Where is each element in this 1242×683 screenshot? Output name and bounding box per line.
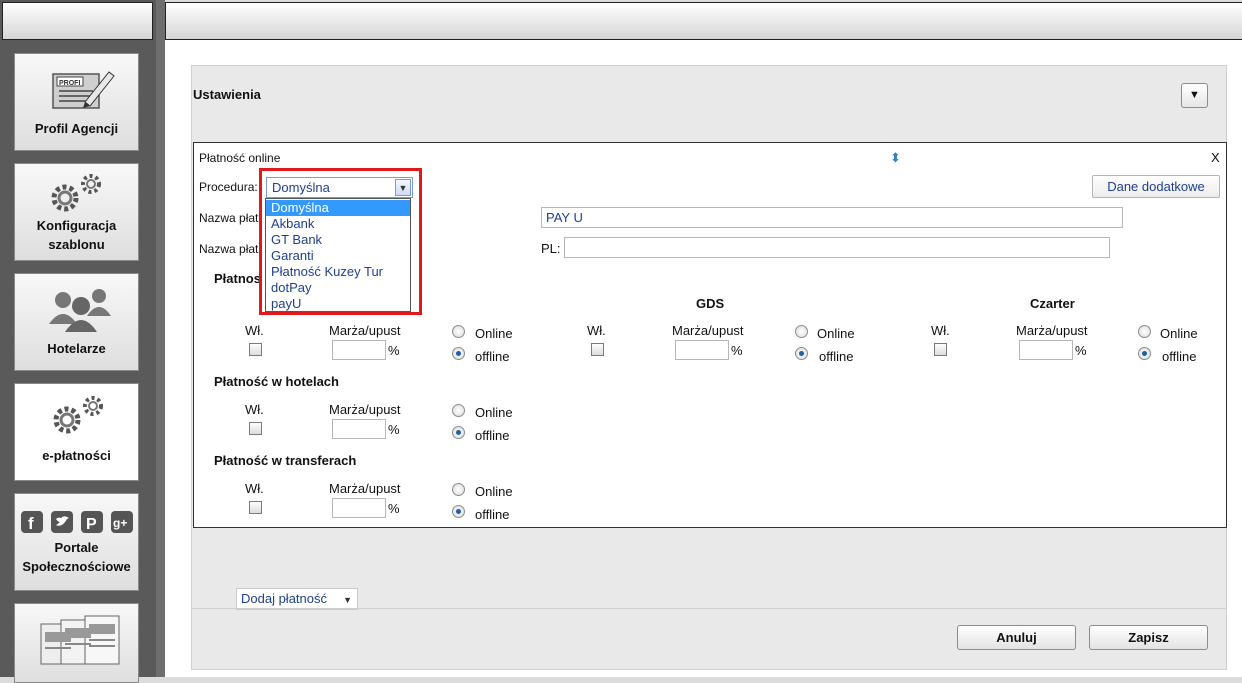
wl-label: Wł. [587, 323, 606, 338]
sidebar-item-label: Konfiguracja szablonu [36, 218, 117, 252]
highlight-annotation [259, 168, 422, 315]
online-radio[interactable] [452, 404, 465, 417]
nazwa-platnosci-pl-label: Nazwa płat [199, 242, 259, 256]
marza-input[interactable] [675, 340, 729, 360]
online-radio[interactable] [1138, 325, 1151, 338]
sidebar-item-profil-agencji[interactable]: PROFI Profil Agencji [14, 53, 139, 151]
wl-label: Wł. [245, 402, 264, 417]
sidebar-item-konfiguracja-szablonu[interactable]: Konfiguracja szablonu [14, 163, 139, 261]
marza-input[interactable] [332, 419, 386, 439]
marza-label: Marża/upust [329, 402, 401, 417]
wl-checkbox[interactable] [934, 343, 947, 356]
online-radio[interactable] [795, 325, 808, 338]
marza-input[interactable] [332, 498, 386, 518]
svg-text:P: P [86, 516, 97, 533]
settings-panel: Ustawienia ▼ Płatność online ⬍ X Procedu… [191, 65, 1227, 670]
top-header-bar [165, 2, 1242, 40]
nazwa-platnosci-input[interactable]: PAY U [541, 207, 1123, 228]
gds-title: GDS [696, 296, 725, 311]
collapse-button[interactable]: ▼ [1181, 83, 1208, 108]
chevron-down-icon: ▼ [1189, 89, 1200, 101]
dodaj-platnosc-label: Dodaj płatność [241, 591, 327, 606]
wl-checkbox[interactable] [591, 343, 604, 356]
offline-label: offline [475, 507, 510, 522]
sidebar-item-hotelarze[interactable]: Hotelarze [14, 273, 139, 371]
sidebar-item-dokumenty[interactable] [14, 603, 139, 683]
nazwa-platnosci-pl-input[interactable] [564, 237, 1110, 258]
czarter-title: Czarter [1030, 296, 1075, 311]
cancel-button[interactable]: Anuluj [957, 625, 1076, 650]
marza-label: Marża/upust [672, 323, 744, 338]
sidebar-item-e-platnosci[interactable]: e-płatności [14, 383, 139, 481]
marza-label: Marża/upust [329, 481, 401, 496]
wl-checkbox[interactable] [249, 501, 262, 514]
percent-label: % [731, 343, 743, 358]
panel-title: Ustawienia [193, 87, 261, 102]
svg-text:PROFI: PROFI [59, 80, 80, 87]
section-hotels-title: Płatność w hotelach [214, 374, 339, 389]
documents-icon [15, 614, 138, 670]
close-button[interactable]: X [1211, 150, 1220, 165]
footer-divider [192, 608, 1226, 609]
sidebar-item-portale-spolecznosciowe[interactable]: f P g+ Portale Społecznościowe [14, 493, 139, 591]
sidebar-item-label: Portale Społecznościowe [22, 540, 131, 574]
save-button[interactable]: Zapisz [1089, 625, 1208, 650]
dodaj-platnosc-select[interactable]: Dodaj płatność ▼ [236, 588, 358, 610]
sidebar: PROFI Profil Agencji Konfiguracja szablo… [0, 0, 156, 683]
offline-label: offline [1162, 349, 1197, 364]
marza-label: Marża/upust [1016, 323, 1088, 338]
online-label: Online [475, 326, 513, 341]
procedura-label: Procedura: [199, 180, 258, 194]
online-radio[interactable] [452, 325, 465, 338]
gears-icon [15, 390, 138, 442]
users-icon [15, 284, 138, 336]
online-label: Online [817, 326, 855, 341]
online-label: Online [475, 405, 513, 420]
move-icon[interactable]: ⬍ [890, 150, 901, 166]
percent-label: % [1075, 343, 1087, 358]
percent-label: % [388, 343, 400, 358]
percent-label: % [388, 501, 400, 516]
main-content: Ustawienia ▼ Płatność online ⬍ X Procedu… [165, 40, 1242, 677]
social-icons: f P g+ [15, 510, 138, 534]
offline-label: offline [475, 428, 510, 443]
box-title: Płatność online [199, 151, 281, 165]
profile-card-icon: PROFI [15, 64, 138, 116]
online-label: Online [1160, 326, 1198, 341]
wl-label: Wł. [245, 481, 264, 496]
offline-radio[interactable] [452, 505, 465, 518]
section-transfers-title: Płatność w transferach [214, 453, 357, 468]
wl-checkbox[interactable] [249, 343, 262, 356]
sidebar-item-label: Profil Agencji [34, 121, 119, 136]
chevron-down-icon: ▼ [343, 595, 352, 605]
online-label: Online [475, 484, 513, 499]
dane-dodatkowe-button[interactable]: Dane dodatkowe [1092, 175, 1220, 198]
offline-label: offline [475, 349, 510, 364]
nazwa-platnosci-label: Nazwa płat [199, 211, 259, 225]
marza-input[interactable] [1019, 340, 1073, 360]
offline-radio[interactable] [452, 347, 465, 360]
gears-icon [15, 168, 138, 220]
offline-radio[interactable] [452, 426, 465, 439]
offline-label: offline [819, 349, 854, 364]
wl-checkbox[interactable] [249, 422, 262, 435]
marza-label: Marża/upust [329, 323, 401, 338]
offline-radio[interactable] [795, 347, 808, 360]
percent-label: % [388, 422, 400, 437]
wl-label: Wł. [245, 323, 264, 338]
sidebar-item-label: Hotelarze [47, 341, 106, 356]
sidebar-divider [156, 0, 165, 677]
marza-input[interactable] [332, 340, 386, 360]
svg-text:f: f [28, 514, 34, 533]
sidebar-header [2, 2, 153, 40]
wl-label: Wł. [931, 323, 950, 338]
sidebar-item-label: e-płatności [42, 448, 111, 463]
svg-text:g+: g+ [113, 516, 127, 530]
online-radio[interactable] [452, 483, 465, 496]
offline-radio[interactable] [1138, 347, 1151, 360]
section-online-title: Płatnos [214, 271, 261, 286]
pl-label: PL: [541, 241, 561, 256]
